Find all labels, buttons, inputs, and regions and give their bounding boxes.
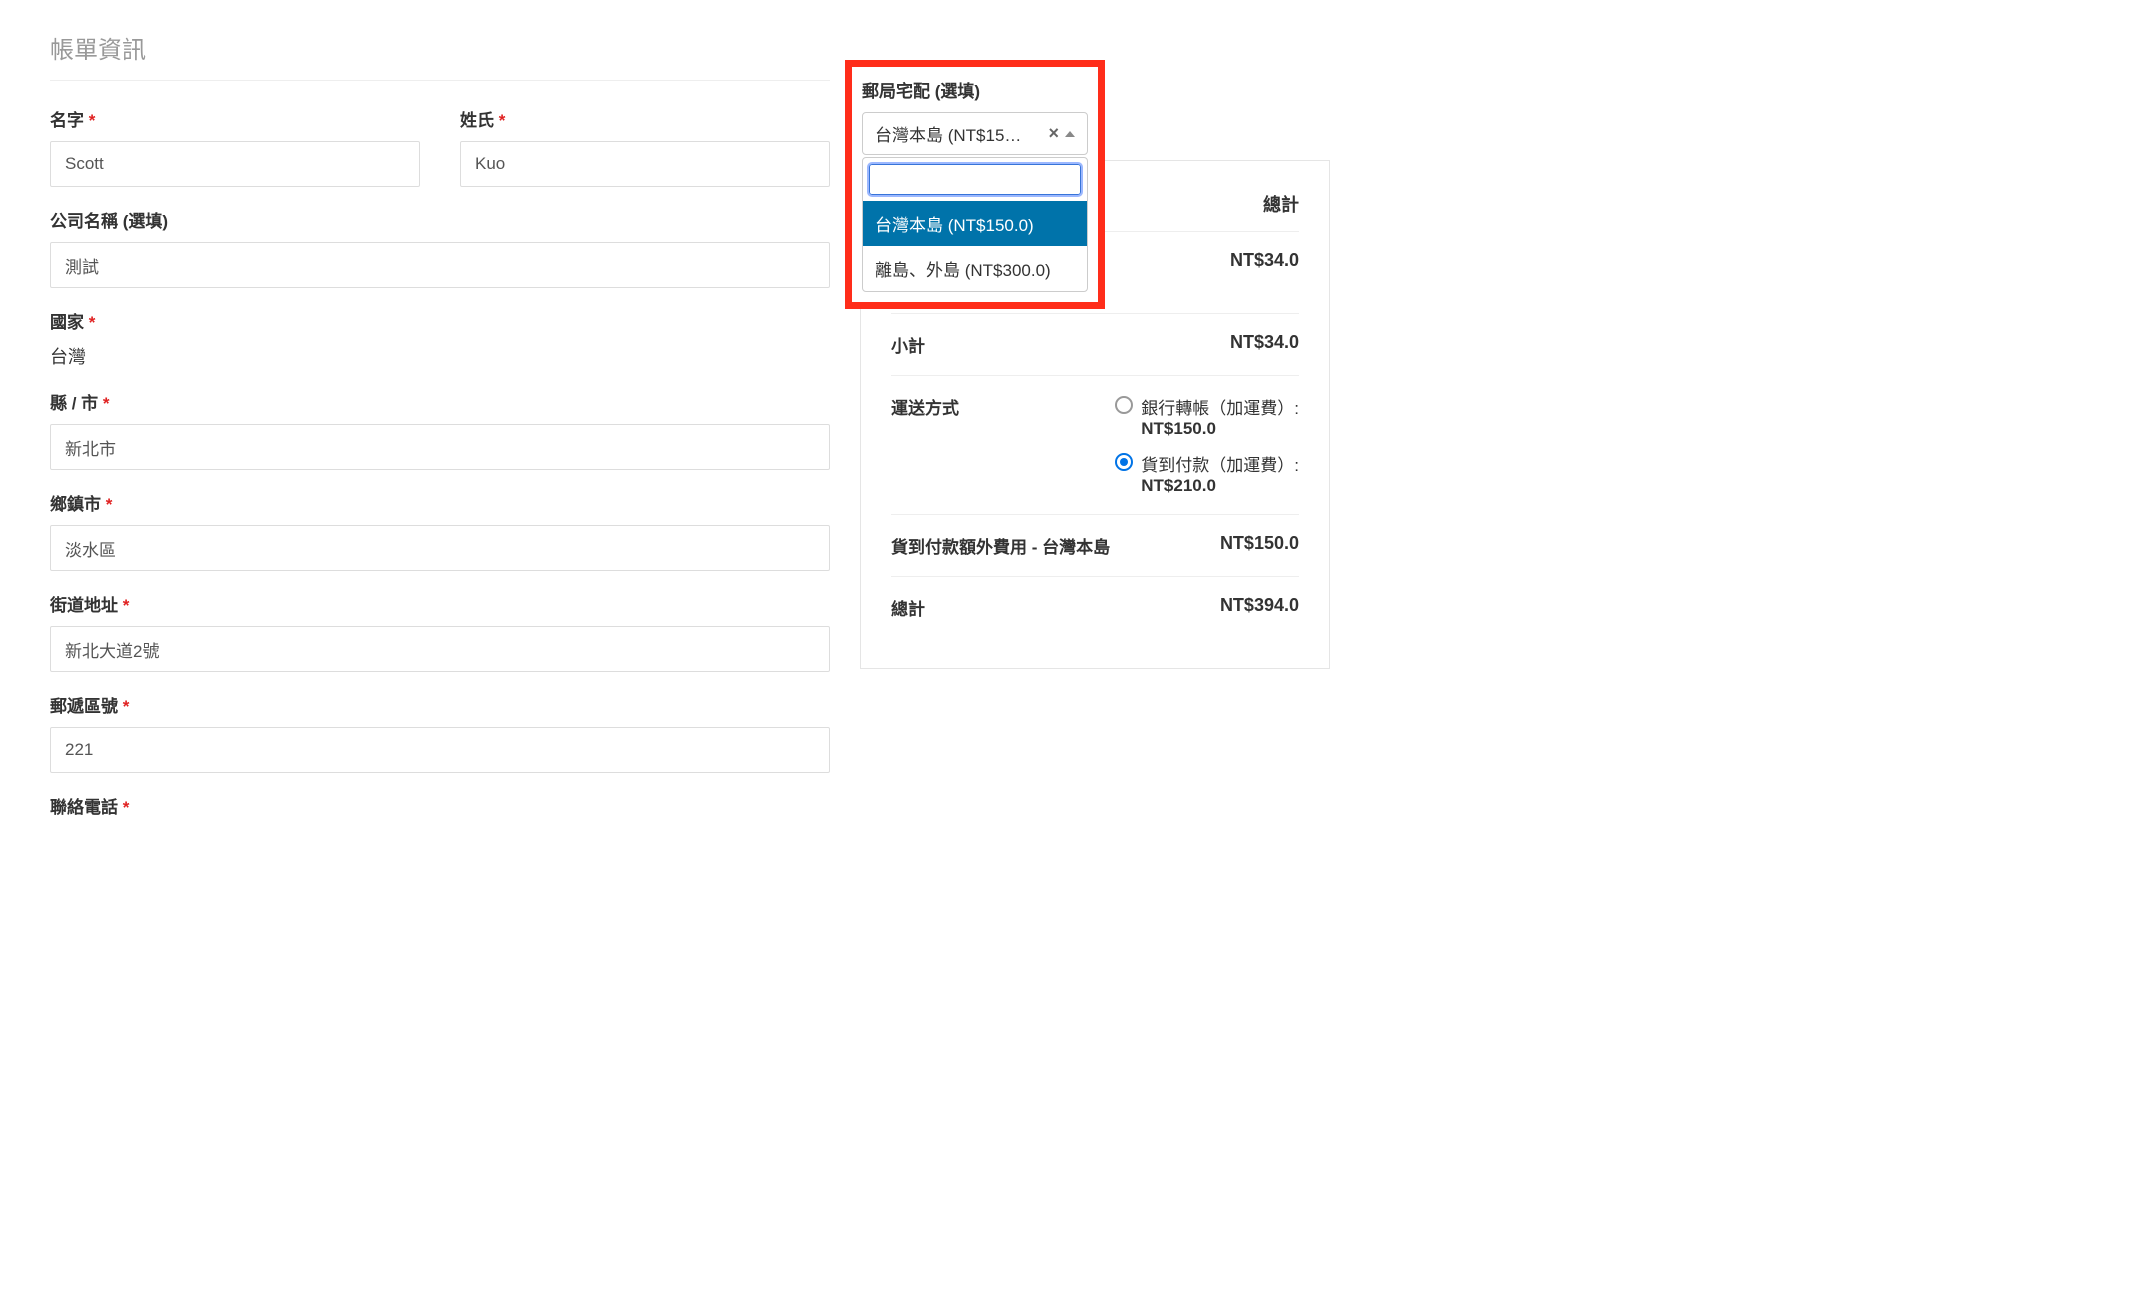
divider [50, 80, 830, 81]
label-text: 鄉鎮市 [50, 495, 101, 514]
required-mark: * [103, 394, 110, 413]
address-label: 街道地址 * [50, 591, 830, 616]
required-mark: * [89, 313, 96, 332]
shipping-dropdown: 台灣本島 (NT$150.0) 離島、外島 (NT$300.0) [862, 157, 1088, 292]
summary-header-total: 總計 [1263, 191, 1299, 217]
label-text: 國家 [50, 313, 84, 332]
company-input[interactable] [50, 242, 830, 288]
label-text: 姓氏 [460, 111, 494, 130]
label-text: 街道地址 [50, 596, 118, 615]
company-label: 公司名稱 (選填) [50, 207, 830, 232]
shipping-option-1[interactable]: 離島、外島 (NT$300.0) [863, 246, 1087, 291]
radio-checked-icon[interactable] [1115, 453, 1133, 471]
total-value: NT$394.0 [1220, 595, 1299, 616]
label-text: 縣 / 市 [50, 394, 98, 413]
cod-fee-label: 貨到付款額外費用 - 台灣本島 [891, 533, 1220, 558]
chevron-up-icon [1065, 131, 1075, 137]
shipping-option-price: NT$210.0 [1141, 476, 1216, 495]
last-name-label: 姓氏 * [460, 106, 830, 131]
shipping-option-label-text: 貨到付款（加運費）: [1141, 456, 1299, 475]
subtotal-value: NT$34.0 [1230, 332, 1299, 353]
required-mark: * [89, 111, 96, 130]
phone-label: 聯絡電話 * [50, 793, 830, 818]
state-input[interactable] [50, 424, 830, 470]
shipping-select-label: 郵局宅配 (選填) [862, 77, 1088, 102]
shipping-option-0[interactable]: 台灣本島 (NT$150.0) [863, 201, 1087, 246]
label-text: 名字 [50, 111, 84, 130]
billing-title: 帳單資訊 [50, 30, 830, 65]
shipping-method-label: 運送方式 [891, 394, 1095, 419]
required-mark: * [499, 111, 506, 130]
shipping-search-input[interactable] [869, 164, 1081, 195]
country-label: 國家 * [50, 308, 830, 333]
total-label: 總計 [891, 595, 1220, 620]
billing-form: 帳單資訊 名字 * 姓氏 * 公司名稱 (選填) [50, 30, 830, 828]
product-price: NT$34.0 [1230, 250, 1299, 271]
postcode-input[interactable] [50, 727, 830, 773]
shipping-select-highlight: 郵局宅配 (選填) 台灣本島 (NT$15… × 台灣本島 (NT$150.0)… [845, 60, 1105, 309]
label-text: 聯絡電話 [50, 798, 118, 817]
shipping-select[interactable]: 台灣本島 (NT$15… × [862, 112, 1088, 155]
shipping-option-price: NT$150.0 [1141, 419, 1216, 438]
radio-unchecked-icon[interactable] [1115, 396, 1133, 414]
district-input[interactable] [50, 525, 830, 571]
first-name-label: 名字 * [50, 106, 420, 131]
shipping-option-label-text: 銀行轉帳（加運費）: [1141, 399, 1299, 418]
address-input[interactable] [50, 626, 830, 672]
first-name-input[interactable] [50, 141, 420, 187]
required-mark: * [123, 697, 130, 716]
subtotal-label: 小計 [891, 332, 1230, 357]
shipping-option-bank[interactable]: 銀行轉帳（加運費）: NT$150.0 [1095, 394, 1299, 439]
shipping-select-value: 台灣本島 (NT$15… [875, 121, 1042, 146]
last-name-input[interactable] [460, 141, 830, 187]
label-text: 郵遞區號 [50, 697, 118, 716]
clear-icon[interactable]: × [1048, 123, 1059, 144]
postcode-label: 郵遞區號 * [50, 692, 830, 717]
cod-fee-value: NT$150.0 [1220, 533, 1299, 554]
required-mark: * [106, 495, 113, 514]
shipping-option-cod[interactable]: 貨到付款（加運費）: NT$210.0 [1095, 451, 1299, 496]
country-value: 台灣 [50, 343, 830, 369]
state-label: 縣 / 市 * [50, 389, 830, 414]
required-mark: * [123, 798, 130, 817]
district-label: 鄉鎮市 * [50, 490, 830, 515]
required-mark: * [123, 596, 130, 615]
